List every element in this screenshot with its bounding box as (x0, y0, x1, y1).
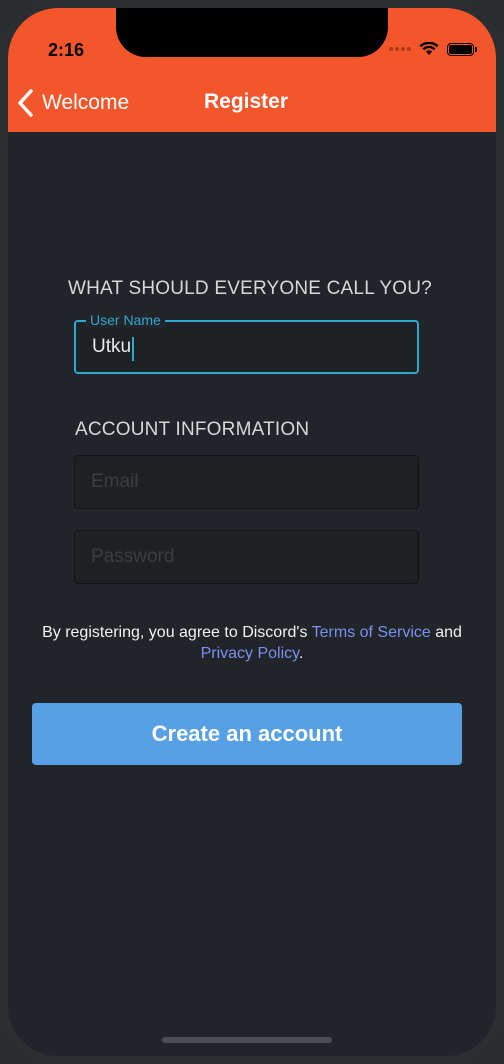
terms-notice: By registering, you agree to Discord's T… (38, 622, 466, 664)
text-caret (132, 337, 135, 361)
email-field[interactable] (74, 455, 419, 509)
password-field[interactable] (74, 530, 419, 584)
signal-dots-icon (389, 47, 411, 51)
privacy-policy-link[interactable]: Privacy Policy (201, 645, 299, 662)
battery-icon (447, 42, 477, 56)
home-indicator (162, 1037, 332, 1043)
username-field[interactable]: User Name (74, 312, 419, 374)
terms-suffix: . (298, 645, 304, 662)
password-input[interactable] (75, 531, 418, 583)
wifi-icon (419, 42, 439, 55)
terms-middle: and (430, 624, 462, 641)
account-section-heading: ACCOUNT INFORMATION (75, 419, 310, 440)
phone-frame: 2:16 Welcome Register WHAT SHOULD EVERYO… (0, 0, 504, 1064)
username-input[interactable] (76, 322, 417, 372)
page-title: Register (203, 90, 289, 113)
nav-header: 2:16 Welcome Register (8, 8, 496, 132)
status-time: 2:16 (48, 40, 85, 60)
email-input[interactable] (75, 456, 418, 508)
terms-of-service-link[interactable]: Terms of Service (312, 624, 431, 641)
name-section-heading: WHAT SHOULD EVERYONE CALL YOU? (68, 278, 432, 299)
notch (116, 8, 388, 57)
status-icons (389, 42, 477, 56)
screen: 2:16 Welcome Register WHAT SHOULD EVERYO… (8, 8, 496, 1056)
terms-prefix: By registering, you agree to Discord's (42, 624, 312, 641)
create-account-button[interactable]: Create an account (32, 703, 462, 765)
username-floating-label: User Name (86, 312, 165, 328)
